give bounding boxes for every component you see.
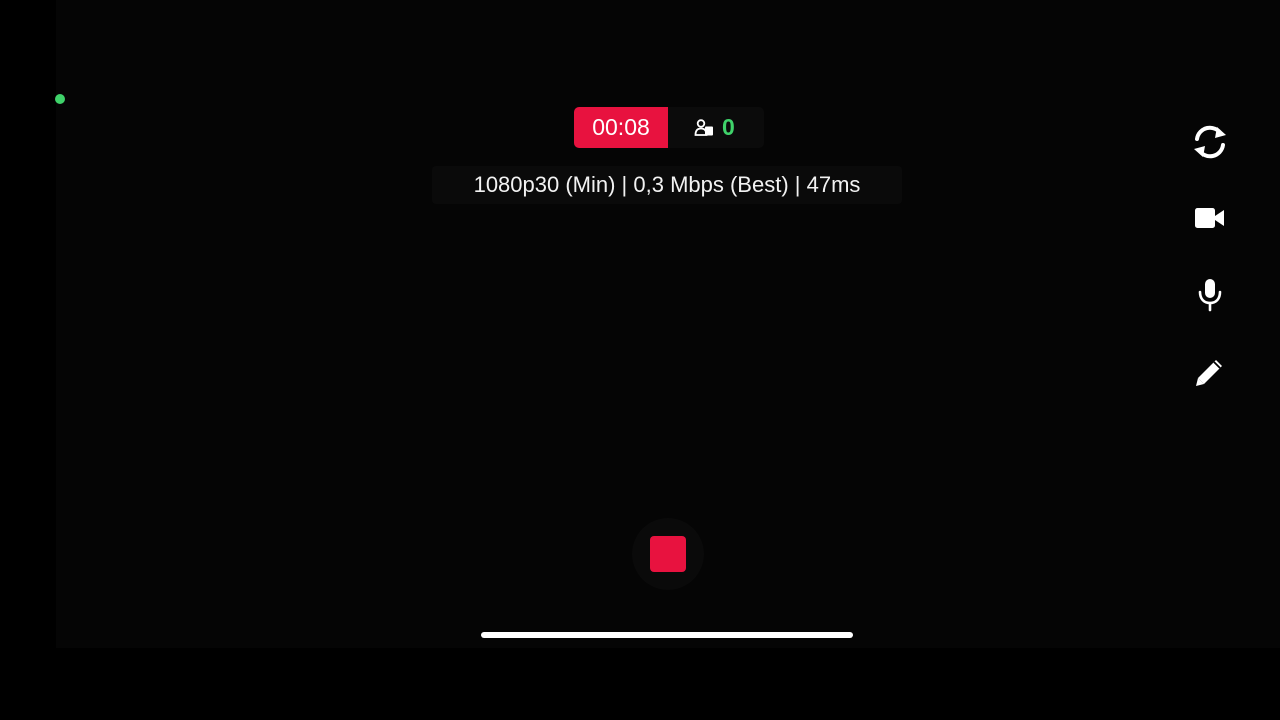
viewers-icon	[694, 118, 714, 138]
camera-screen: 00:08 0 1080p30 (Min) | 0,3 Mbps (Best) …	[0, 0, 1280, 720]
stream-stats: 1080p30 (Min) | 0,3 Mbps (Best) | 47ms	[432, 166, 902, 204]
camera-toggle-button[interactable]	[1185, 193, 1235, 243]
switch-camera-icon	[1190, 122, 1230, 162]
viewer-counter: 0	[668, 107, 764, 148]
home-indicator[interactable]	[481, 632, 853, 638]
stop-icon	[650, 536, 686, 572]
stop-recording-button[interactable]	[632, 518, 704, 590]
microphone-toggle-button[interactable]	[1185, 270, 1235, 320]
switch-camera-button[interactable]	[1185, 117, 1235, 167]
video-camera-icon	[1193, 203, 1227, 233]
draw-button[interactable]	[1185, 347, 1235, 397]
recording-timer: 00:08	[574, 107, 668, 148]
live-status-bar: 00:08 0	[574, 107, 764, 148]
pencil-icon	[1193, 355, 1227, 389]
viewer-count: 0	[722, 114, 735, 140]
camera-active-indicator	[55, 94, 65, 104]
microphone-icon	[1194, 277, 1226, 313]
